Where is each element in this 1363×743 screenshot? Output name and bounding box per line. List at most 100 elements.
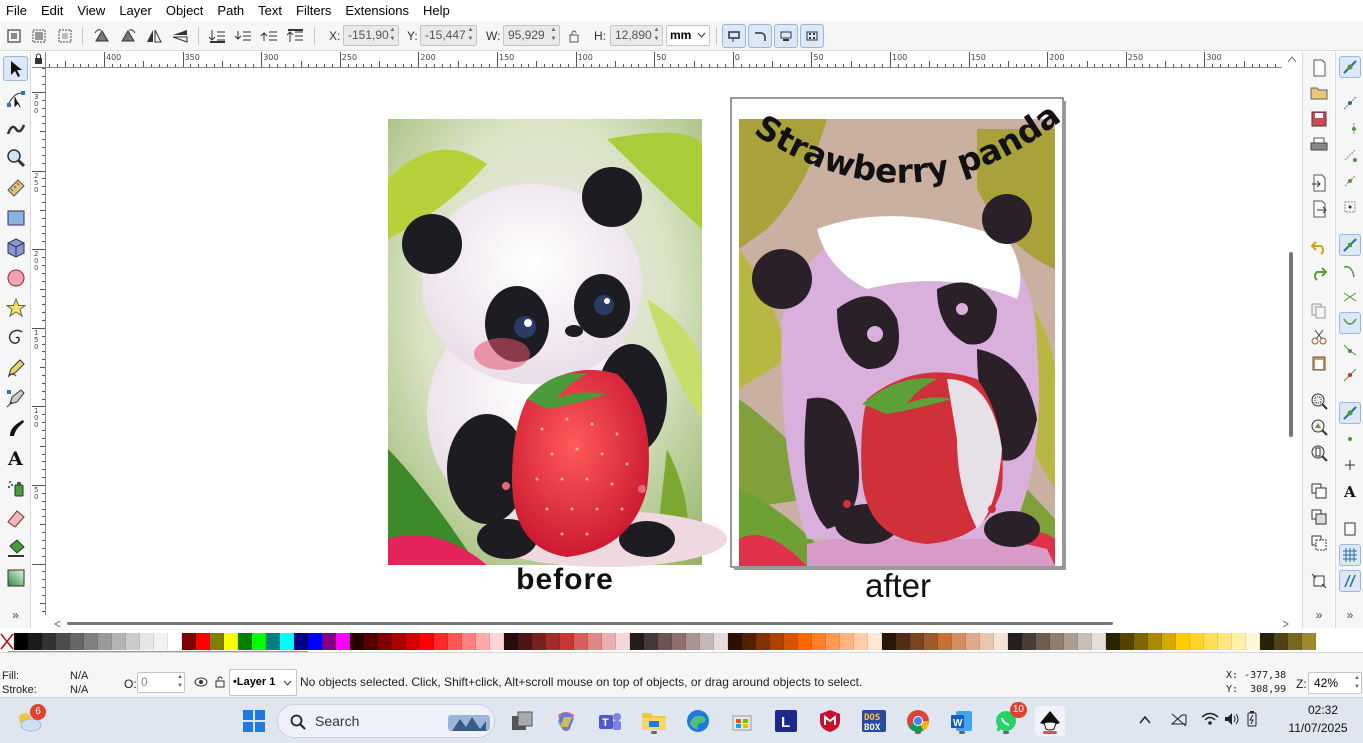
snap-paths-icon[interactable] (1339, 260, 1361, 282)
commands-more-icon[interactable]: » (1309, 608, 1329, 622)
y-field[interactable]: -15,447 ▲ ▼ (420, 25, 477, 46)
palette-swatch[interactable] (672, 633, 686, 650)
measure-tool[interactable] (3, 175, 28, 200)
palette-swatch[interactable] (714, 633, 728, 650)
palette-swatch[interactable] (1050, 633, 1064, 650)
palette-swatch[interactable] (350, 633, 364, 650)
palette-swatch[interactable] (882, 633, 896, 650)
snap-bbox-midpoint-icon[interactable] (1339, 170, 1361, 192)
ellipse-tool[interactable] (3, 265, 28, 290)
clock-date[interactable]: 11/07/2025 (1275, 721, 1361, 735)
before-image[interactable] (388, 119, 727, 567)
palette-swatch[interactable] (1190, 633, 1204, 650)
palette-swatch[interactable] (1204, 633, 1218, 650)
palette-swatch[interactable] (644, 633, 658, 650)
taskbar-search[interactable]: Search (277, 704, 495, 738)
palette-swatch[interactable] (546, 633, 560, 650)
palette-swatch[interactable] (994, 633, 1008, 650)
pencil-tool[interactable] (3, 355, 28, 380)
opacity-field[interactable]: 0 ▲ ▼ (137, 672, 185, 693)
palette-swatch[interactable] (252, 633, 266, 650)
palette-swatch[interactable] (266, 633, 280, 650)
object-properties-icon[interactable] (1309, 571, 1329, 591)
whatsapp-button[interactable]: 10 (991, 702, 1027, 736)
palette-swatch[interactable] (1078, 633, 1092, 650)
task-view-button[interactable] (507, 706, 537, 736)
palette-swatch[interactable] (742, 633, 756, 650)
mcafee-button[interactable] (815, 706, 845, 736)
spray-tool[interactable] (3, 475, 28, 500)
scale-stroke-toggle[interactable] (722, 24, 746, 48)
palette-swatch[interactable] (868, 633, 882, 650)
palette-swatch[interactable] (196, 633, 210, 650)
palette-swatch[interactable] (518, 633, 532, 650)
palette-swatch[interactable] (896, 633, 910, 650)
palette-swatch[interactable] (1274, 633, 1288, 650)
palette-swatch[interactable] (616, 633, 630, 650)
3d-box-tool[interactable] (3, 235, 28, 260)
palette-swatch[interactable] (1260, 633, 1274, 650)
rotate-cw-icon[interactable] (117, 25, 139, 47)
palette-swatch[interactable] (1106, 633, 1120, 650)
start-button[interactable] (239, 706, 269, 736)
word-button[interactable]: W (947, 706, 977, 736)
volume-icon[interactable] (1223, 711, 1241, 727)
zoom-tool[interactable] (3, 145, 28, 170)
tweak-tool[interactable] (3, 115, 28, 140)
snap-bbox-corner-icon[interactable] (1339, 144, 1361, 166)
palette-swatch[interactable] (910, 633, 924, 650)
node-tool[interactable] (3, 86, 28, 111)
palette-swatch[interactable] (154, 633, 168, 650)
snap-toggle-icon[interactable] (1339, 56, 1361, 78)
snap-midpoint-icon[interactable] (1339, 364, 1361, 386)
snap-guides-icon[interactable] (1339, 570, 1361, 592)
palette-swatch[interactable] (784, 633, 798, 650)
snap-rotation-center-icon[interactable] (1339, 454, 1361, 476)
l-app-button[interactable]: L (771, 706, 801, 736)
palette-swatch[interactable] (756, 633, 770, 650)
gradient-tool[interactable] (3, 565, 28, 590)
x-field[interactable]: -151,90 ▲ ▼ (343, 25, 399, 46)
palette-swatch[interactable] (1022, 633, 1036, 650)
select-all-icon[interactable] (3, 25, 25, 47)
snap-intersection-icon[interactable] (1339, 286, 1361, 308)
eraser-tool[interactable] (3, 505, 28, 530)
menu-help[interactable]: Help (416, 1, 457, 21)
zoom-field[interactable]: 42% ▲ ▼ (1308, 672, 1362, 694)
palette-swatch[interactable] (504, 633, 518, 650)
palette-swatch[interactable] (238, 633, 252, 650)
teams-button[interactable]: T (595, 706, 625, 736)
unlink-clone-icon[interactable] (1309, 533, 1329, 553)
duplicate-icon[interactable] (1309, 481, 1329, 501)
palette-swatch[interactable] (56, 633, 70, 650)
battery-icon[interactable] (1244, 711, 1260, 727)
wifi-icon[interactable] (1201, 711, 1219, 727)
transform-gradients-toggle[interactable] (774, 24, 798, 48)
menu-extensions[interactable]: Extensions (338, 1, 416, 21)
zoom-spin-arrows-icon[interactable]: ▲ ▼ (1354, 674, 1360, 692)
chrome-button[interactable] (903, 706, 933, 736)
palette-swatch[interactable] (574, 633, 588, 650)
clone-icon[interactable] (1309, 507, 1329, 527)
palette-swatch[interactable] (182, 633, 196, 650)
snap-nodes-icon[interactable] (1339, 234, 1361, 256)
menu-file[interactable]: File (0, 1, 34, 21)
palette-swatch[interactable] (1064, 633, 1078, 650)
toolbox-more-icon[interactable]: » (3, 608, 28, 622)
menu-filters[interactable]: Filters (289, 1, 338, 21)
store-button[interactable] (727, 706, 757, 736)
palette-swatch[interactable] (812, 633, 826, 650)
menu-text[interactable]: Text (251, 1, 289, 21)
palette-swatch[interactable] (280, 633, 294, 650)
layer-visibility-icon[interactable] (194, 675, 208, 689)
drawing-canvas[interactable]: before Strawberry panda after (47, 69, 1282, 616)
palette-swatch[interactable] (406, 633, 420, 650)
palette-swatch[interactable] (560, 633, 574, 650)
palette-swatch[interactable] (322, 633, 336, 650)
inkscape-button[interactable] (1035, 706, 1065, 736)
redo-icon[interactable] (1309, 263, 1329, 283)
palette-swatch[interactable] (84, 633, 98, 650)
palette-swatch[interactable] (532, 633, 546, 650)
palette-swatch[interactable] (1092, 633, 1106, 650)
palette-swatch[interactable] (378, 633, 392, 650)
